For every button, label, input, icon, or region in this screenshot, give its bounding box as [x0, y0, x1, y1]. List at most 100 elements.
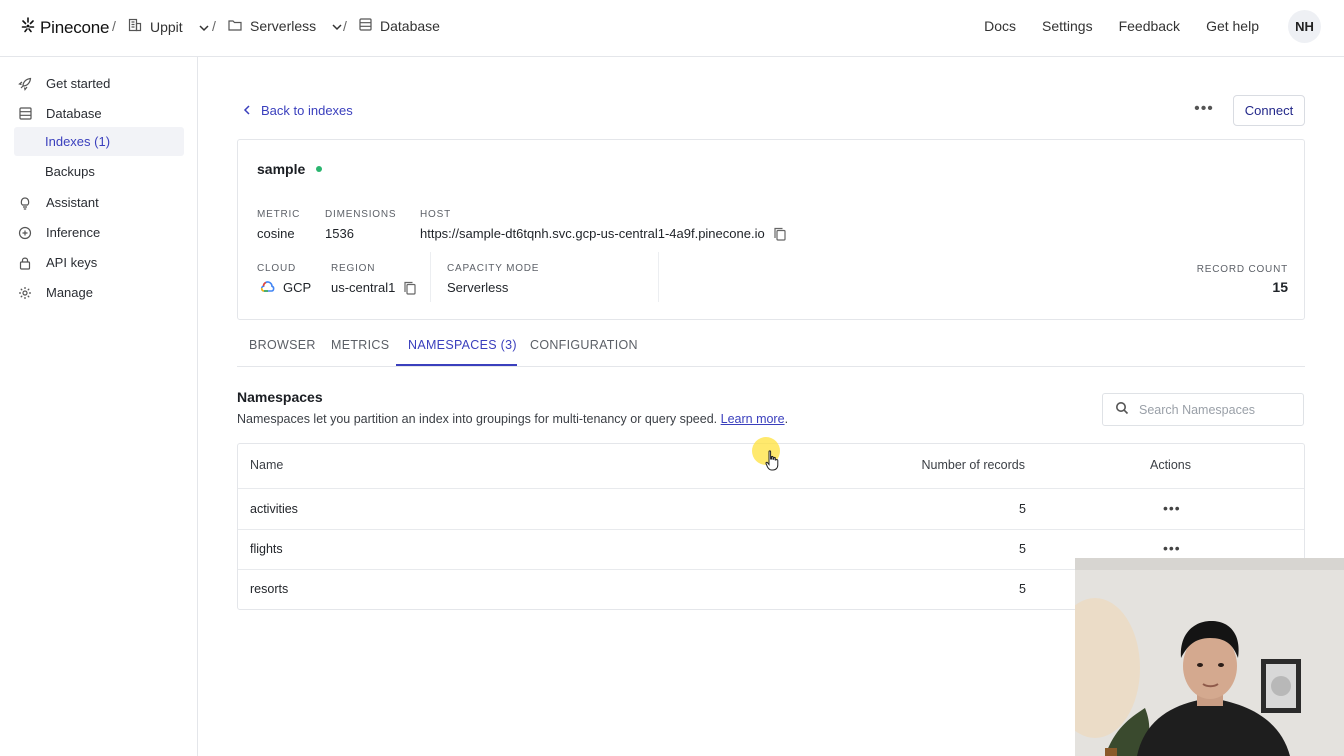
presenter-video-frame [1075, 558, 1344, 756]
folder-icon [228, 18, 242, 34]
dimensions-value: 1536 [325, 226, 354, 241]
breadcrumb-separator: / [343, 18, 347, 34]
capacity-mode-value: Serverless [447, 280, 509, 295]
namespace-name[interactable]: flights [250, 542, 283, 556]
feedback-link[interactable]: Feedback [1119, 18, 1180, 34]
chevron-down-icon [332, 18, 342, 34]
docs-link[interactable]: Docs [984, 18, 1016, 34]
gcp-logo-icon [260, 280, 275, 295]
sidebar-item-label: API keys [46, 255, 98, 270]
record-count-value: 15 [1272, 279, 1288, 295]
get-help-link[interactable]: Get help [1206, 18, 1259, 34]
status-indicator [316, 166, 322, 172]
tab-browser[interactable]: BROWSER [249, 338, 316, 352]
sidebar-item-label: Database [46, 106, 102, 121]
webcam-video-overlay [1075, 558, 1344, 756]
tabs-divider [237, 366, 1305, 367]
capacity-mode-label: CAPACITY MODE [447, 263, 540, 274]
cloud-label: CLOUD [257, 263, 297, 274]
sidebar-item-get-started[interactable]: Get started [18, 76, 110, 91]
sidebar-item-backups[interactable]: Backups [14, 157, 184, 186]
sidebar-item-indexes[interactable]: Indexes (1) [14, 127, 184, 156]
sidebar-item-api-keys[interactable]: API keys [18, 255, 97, 270]
namespaces-title: Namespaces [237, 389, 323, 405]
sidebar-item-label: Get started [46, 76, 111, 91]
database-icon [359, 18, 372, 34]
pinecone-icon [20, 16, 36, 39]
column-header-actions: Actions [1150, 458, 1191, 472]
sidebar-item-label: Inference [46, 225, 101, 240]
sidebar-item-label: Indexes (1) [45, 134, 111, 149]
host-url: https://sample-dt6tqnh.svc.gcp-us-centra… [420, 226, 765, 241]
sidebar-item-label: Backups [45, 164, 95, 179]
more-options-button[interactable]: ••• [1193, 100, 1215, 120]
avatar[interactable]: NH [1288, 10, 1321, 43]
search-icon [1115, 401, 1129, 418]
dimensions-label: DIMENSIONS [325, 209, 397, 220]
sidebar-item-inference[interactable]: Inference [18, 225, 100, 240]
metric-value: cosine [257, 226, 295, 241]
namespace-search[interactable] [1102, 393, 1304, 426]
metric-label: METRIC [257, 209, 301, 220]
row-actions-button[interactable]: ••• [1163, 540, 1181, 556]
divider [658, 252, 659, 302]
namespace-record-count: 5 [1019, 582, 1026, 596]
region-text: us-central1 [331, 280, 396, 295]
tab-namespaces[interactable]: NAMESPACES (3) [408, 338, 517, 352]
learn-more-link[interactable]: Learn more [721, 412, 785, 426]
chevron-down-icon [199, 19, 209, 35]
sidebar-item-assistant[interactable]: Assistant [18, 195, 99, 210]
tab-configuration[interactable]: CONFIGURATION [530, 338, 638, 352]
copy-icon[interactable] [403, 281, 417, 295]
index-name: sample [257, 161, 306, 177]
database-icon [18, 107, 32, 121]
namespaces-description: Namespaces let you partition an index in… [237, 412, 788, 426]
column-header-name[interactable]: Name [250, 458, 283, 472]
column-header-records[interactable]: Number of records [921, 458, 1025, 472]
pinecone-logo[interactable]: Pinecone [20, 16, 109, 39]
back-to-indexes-link[interactable]: Back to indexes [243, 103, 353, 118]
namespace-name[interactable]: activities [250, 502, 298, 516]
breadcrumb-project-label: Serverless [250, 18, 317, 34]
active-tab-indicator [396, 364, 517, 366]
hand-cursor-icon [765, 450, 779, 475]
search-input[interactable] [1139, 402, 1289, 417]
breadcrumb-separator: / [112, 18, 116, 34]
connect-button[interactable]: Connect [1233, 95, 1305, 126]
breadcrumb-database[interactable]: Database [359, 18, 440, 34]
back-label: Back to indexes [261, 103, 353, 118]
top-links: Docs Settings Feedback Get help [984, 18, 1259, 34]
sidebar-item-label: Manage [46, 285, 93, 300]
lock-icon [18, 256, 32, 270]
region-value: us-central1 [331, 280, 417, 295]
region-label: REGION [331, 263, 376, 274]
lightbulb-icon [18, 196, 32, 210]
record-count-label: RECORD COUNT [1196, 264, 1288, 275]
brand-name: Pinecone [40, 17, 110, 37]
sidebar-item-manage[interactable]: Manage [18, 285, 93, 300]
sidebar-item-label: Assistant [46, 195, 99, 210]
row-divider [238, 529, 1304, 530]
namespace-record-count: 5 [1019, 502, 1026, 516]
tab-metrics[interactable]: METRICS [331, 338, 389, 352]
breadcrumb-org[interactable]: Uppit [128, 18, 209, 35]
namespace-record-count: 5 [1019, 542, 1026, 556]
settings-link[interactable]: Settings [1042, 18, 1093, 34]
breadcrumb-separator: / [212, 18, 216, 34]
cloud-text: GCP [283, 280, 312, 295]
copy-icon[interactable] [773, 227, 787, 241]
breadcrumb-org-label: Uppit [150, 18, 183, 35]
top-bar: Pinecone / Uppit / Serverless / Database… [0, 0, 1344, 57]
namespace-name[interactable]: resorts [250, 582, 288, 596]
row-actions-button[interactable]: ••• [1163, 500, 1181, 516]
sidebar-item-database[interactable]: Database [18, 106, 102, 121]
host-value: https://sample-dt6tqnh.svc.gcp-us-centra… [420, 226, 787, 241]
gear-icon [18, 286, 32, 300]
chevron-left-icon [243, 103, 251, 118]
breadcrumb-project[interactable]: Serverless [228, 18, 342, 34]
building-icon [128, 18, 142, 35]
inference-icon [18, 226, 32, 240]
breadcrumb-database-label: Database [380, 18, 440, 34]
rocket-icon [18, 77, 32, 91]
description-period: . [784, 412, 789, 426]
